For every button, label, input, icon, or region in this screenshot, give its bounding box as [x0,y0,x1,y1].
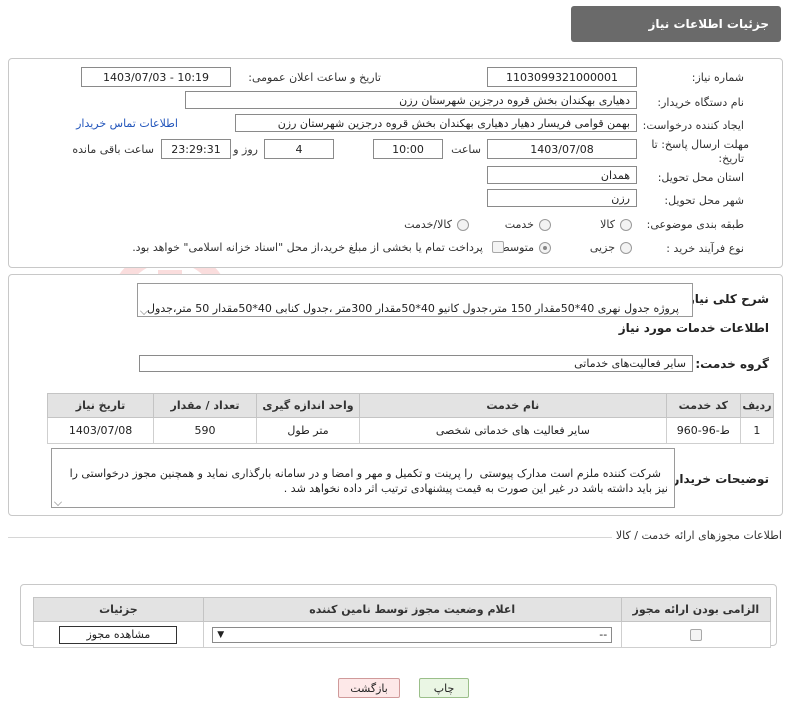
city-field: رزن [487,189,637,207]
chevron-down-icon: ▼ [217,629,225,640]
view-license-button[interactable]: مشاهده مجوز [59,625,178,644]
col-row: ردیف [739,393,775,418]
cell-row: 1 [739,417,775,444]
service-group-label: گروه خدمت: [695,357,769,371]
buyer-org-label: نام دستگاه خریدار: [657,96,744,109]
print-button[interactable]: چاپ [419,678,469,698]
col-license-details: جزئیات [33,597,204,622]
summary-label: شرح کلی نیاز: [683,292,769,306]
licenses-table-header: الزامی بودن ارائه مجوز اعلام وضعیت مجوز … [33,597,772,622]
deadline-time-field: 10:00 [373,139,443,159]
col-need-date: تاریخ نیاز [46,393,155,418]
process-label: نوع فرآیند خرید : [666,242,744,255]
category-option-service: خدمت [504,218,534,231]
col-quantity: تعداد / مقدار [153,393,258,418]
remaining-days-label: روز و [233,143,258,156]
cell-quantity: 590 [153,417,258,444]
deadline-time-label: ساعت [451,143,481,156]
category-radio-goods[interactable] [620,219,632,231]
announce-date-label: تاریخ و ساعت اعلان عمومی: [248,71,381,84]
service-group-field: سایر فعالیت‌های خدماتی [139,355,693,372]
col-unit: واحد اندازه گیری [256,393,360,418]
license-required-checkbox [689,629,702,641]
process-radio-minor[interactable] [620,242,632,254]
deadline-date-field: 1403/07/08 [487,139,637,159]
category-radio-service[interactable] [539,219,551,231]
summary-text: پروژه جدول نهری 40*50مقدار 150 متر،جدول … [147,302,679,315]
treasury-payment-note: پرداخت تمام یا بخشی از مبلغ خرید،از محل … [132,241,483,254]
buyer-notes-textarea: شرکت کننده ملزم است مدارک پیوستی را پرین… [51,448,675,508]
cell-service-code: ط-96-960 [665,417,741,444]
province-field: همدان [487,166,637,184]
need-number-field: 1103099321000001 [487,67,637,87]
deadline-date-label: تاریخ: [718,152,744,165]
buyer-contact-link[interactable]: اطلاعات تماس خریدار [76,117,178,130]
cell-license-details: مشاهده مجوز [33,621,204,648]
buyer-notes-label: توضیحات خریدار: [667,472,769,486]
category-option-goods-service: کالا/خدمت [404,218,452,231]
announce-date-field: 1403/07/03 - 10:19 [81,67,231,87]
table-row: -- ▼ مشاهده مجوز [33,621,772,648]
col-service-name: نام خدمت [358,393,667,418]
col-license-required: الزامی بودن ارائه مجوز [620,597,772,622]
cell-need-date: 1403/07/08 [46,417,155,444]
col-service-code: کد خدمت [665,393,741,418]
services-section-title: اطلاعات خدمات مورد نیاز [618,321,769,335]
print-button-label: چاپ [433,681,455,695]
cell-unit: متر طول [256,417,360,444]
category-label: طبقه بندی موضوعی: [646,218,744,231]
cell-service-name: سایر فعالیت های خدماتی شخصی [358,417,667,444]
col-license-status: اعلام وضعیت مجوز توسط نامین کننده [202,597,622,622]
treasury-payment-checkbox[interactable] [492,241,504,253]
process-option-medium: متوسط [499,241,534,254]
remaining-days-field: 4 [264,139,334,159]
deadline-label: مهلت ارسال پاسخ: تا [651,138,749,151]
services-table-header: ردیف کد خدمت نام خدمت واحد اندازه گیری ت… [46,393,775,418]
remaining-time-field: 23:29:31 [161,139,231,159]
process-radio-medium[interactable] [539,242,551,254]
table-row: 1 ط-96-960 سایر فعالیت های خدماتی شخصی م… [46,417,775,444]
back-button-label: بازگشت [350,681,388,695]
creator-label: ایجاد کننده درخواست: [642,119,744,132]
city-label: شهر محل تحویل: [664,194,744,207]
cell-license-status: -- ▼ [202,621,622,648]
licenses-section-title: اطلاعات مجوزهای ارائه خدمت / کالا [611,529,786,542]
licenses-table: الزامی بودن ارائه مجوز اعلام وضعیت مجوز … [33,597,772,648]
view-license-label: مشاهده مجوز [86,628,151,641]
need-number-label: شماره نیاز: [691,71,744,84]
category-option-goods: کالا [600,218,615,231]
buyer-notes-text: شرکت کننده ملزم است مدارک پیوستی را پرین… [66,467,668,495]
need-info-panel [8,58,783,268]
resize-handle[interactable] [54,498,62,506]
cell-license-required [620,621,772,648]
category-radio-goods-service[interactable] [457,219,469,231]
page-title: جزئیات اطلاعات نیاز [648,17,769,31]
remaining-time-label: ساعت باقی مانده [72,143,154,156]
process-option-minor: جزیی [589,241,615,254]
license-status-value: -- [599,628,608,641]
buyer-org-field: دهیاری بهکندان بخش قروه درجزین شهرستان ر… [185,91,637,109]
page-title-tab: جزئیات اطلاعات نیاز [571,6,781,42]
creator-field: بهمن قوامی فریسار دهیار دهیاری بهکندان ب… [235,114,637,132]
services-table: ردیف کد خدمت نام خدمت واحد اندازه گیری ت… [46,393,775,444]
back-button[interactable]: بازگشت [338,678,400,698]
summary-textarea: پروژه جدول نهری 40*50مقدار 150 متر،جدول … [137,283,693,317]
province-label: استان محل تحویل: [657,171,744,184]
license-status-select[interactable]: -- ▼ [212,626,613,643]
